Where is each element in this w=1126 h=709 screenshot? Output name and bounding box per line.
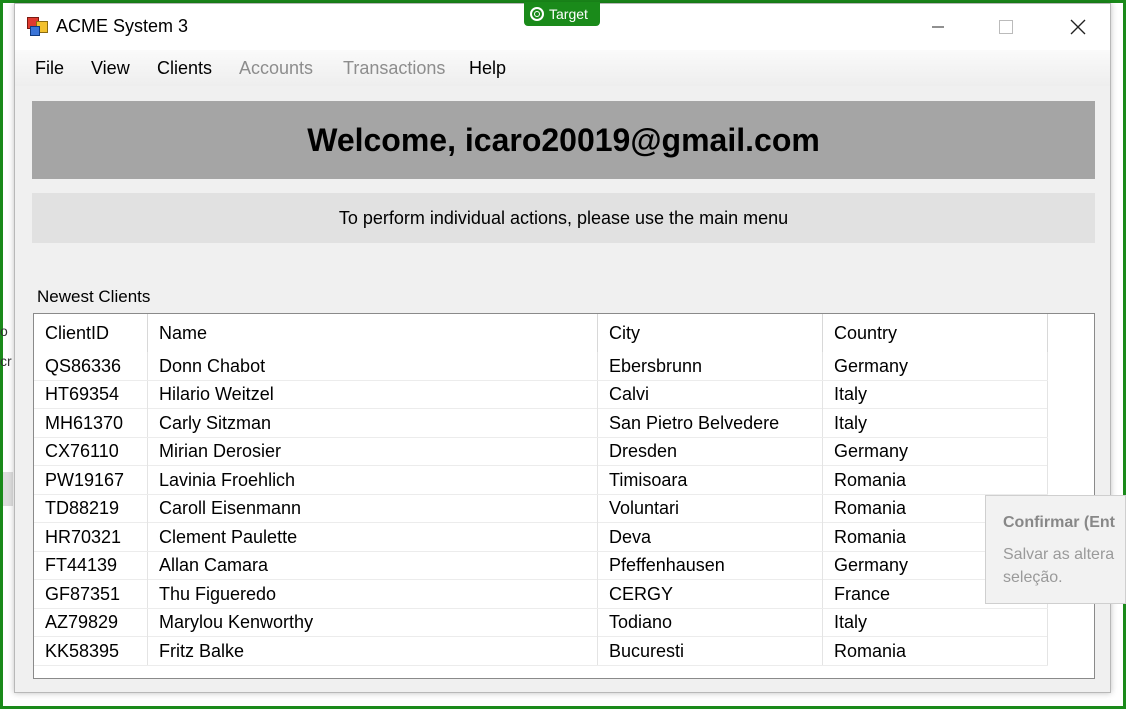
column-header-clientid[interactable]: ClientID: [34, 314, 148, 352]
cell-clientid[interactable]: GF87351: [34, 580, 148, 608]
cell-city[interactable]: Todiano: [598, 608, 823, 637]
column-header-city[interactable]: City: [598, 314, 823, 352]
newest-clients-label: Newest Clients: [37, 287, 151, 306]
column-header-country[interactable]: Country: [823, 314, 1048, 352]
table-row[interactable]: MH61370 Carly Sitzman San Pietro Belvedere…: [34, 409, 1048, 438]
table-row[interactable]: AZ79829 Marylou Kenworthy Todiano Italy: [34, 608, 1048, 637]
cell-city[interactable]: Timisoara: [598, 466, 823, 494]
cell-city[interactable]: Dresden: [598, 437, 823, 466]
table-row[interactable]: GF87351 Thu Figueredo CERGY France: [34, 580, 1048, 609]
table-row[interactable]: PW19167 Lavinia Froehlich Timisoara Romania: [34, 466, 1048, 495]
table-row[interactable]: QS86336 Donn Chabot Ebersbrunn Germany: [34, 352, 1048, 381]
welcome-banner: Welcome, icaro20019@gmail.com: [32, 101, 1095, 179]
close-icon: [1070, 19, 1086, 35]
cell-clientid[interactable]: FT44139: [34, 551, 148, 580]
minimize-icon: [932, 26, 944, 28]
close-button[interactable]: [1055, 4, 1101, 50]
table-row[interactable]: KK58395 Fritz Balke Bucuresti Romania: [34, 637, 1048, 666]
table-row[interactable]: CX76110 Mirian Derosier Dresden Germany: [34, 437, 1048, 466]
cell-clientid[interactable]: CX76110: [34, 437, 148, 466]
target-icon: [530, 7, 544, 21]
app-window: ACME System 3 File View Clients Accounts…: [14, 3, 1111, 693]
cell-clientid[interactable]: HR70321: [34, 523, 148, 551]
cell-name[interactable]: Carly Sitzman: [148, 409, 598, 437]
cell-name[interactable]: Caroll Eisenmann: [148, 494, 598, 523]
menu-view[interactable]: View: [91, 58, 130, 79]
cell-city[interactable]: Pfeffenhausen: [598, 551, 823, 580]
tooltip-line: seleção.: [1003, 569, 1063, 586]
cell-city[interactable]: Voluntari: [598, 494, 823, 523]
table-row[interactable]: TD88219 Caroll Eisenmann Voluntari Romania: [34, 494, 1048, 523]
cell-country[interactable]: Italy: [823, 409, 1048, 437]
cell-clientid[interactable]: HT69354: [34, 380, 148, 409]
menu-help[interactable]: Help: [469, 58, 506, 79]
cell-name[interactable]: Marylou Kenworthy: [148, 608, 598, 637]
background-text-fragment: o: [0, 323, 8, 339]
menu-accounts[interactable]: Accounts: [239, 58, 313, 79]
menu-bar: File View Clients Accounts Transactions …: [15, 50, 1110, 86]
cell-country[interactable]: Germany: [823, 437, 1048, 466]
table-row[interactable]: FT44139 Allan Camara Pfeffenhausen Germany: [34, 551, 1048, 580]
cell-city[interactable]: CERGY: [598, 580, 823, 608]
background-text-fragment: cr: [0, 353, 12, 369]
cell-name[interactable]: Mirian Derosier: [148, 437, 598, 466]
cell-clientid[interactable]: KK58395: [34, 637, 148, 665]
cell-clientid[interactable]: AZ79829: [34, 608, 148, 637]
maximize-icon: [999, 20, 1013, 34]
background-element: [3, 472, 13, 506]
cell-country[interactable]: Italy: [823, 608, 1048, 637]
cell-city[interactable]: Calvi: [598, 380, 823, 409]
cell-name[interactable]: Thu Figueredo: [148, 580, 598, 608]
tooltip-line: Salvar as altera: [1003, 546, 1115, 563]
cell-name[interactable]: Clement Paulette: [148, 523, 598, 551]
cell-name[interactable]: Lavinia Froehlich: [148, 466, 598, 494]
target-label-text: Target: [549, 6, 588, 22]
cell-clientid[interactable]: MH61370: [34, 409, 148, 437]
cell-city[interactable]: Bucuresti: [598, 637, 823, 665]
cell-clientid[interactable]: QS86336: [34, 352, 148, 380]
window-title: ACME System 3: [56, 16, 189, 36]
target-label: Target: [524, 2, 600, 26]
confirm-tooltip: Confirmar (Ent Salvar as altera seleção.: [985, 495, 1126, 604]
info-message: To perform individual actions, please us…: [32, 193, 1095, 243]
menu-clients[interactable]: Clients: [157, 58, 212, 79]
cell-clientid[interactable]: TD88219: [34, 494, 148, 523]
clients-grid[interactable]: ClientID Name City Country QS86336 Donn C…: [33, 313, 1095, 679]
menu-transactions[interactable]: Transactions: [343, 58, 445, 79]
cell-country[interactable]: Romania: [823, 637, 1048, 665]
cell-country[interactable]: Romania: [823, 466, 1048, 494]
cell-city[interactable]: San Pietro Belvedere: [598, 409, 823, 437]
cell-clientid[interactable]: PW19167: [34, 466, 148, 494]
cell-name[interactable]: Donn Chabot: [148, 352, 598, 380]
maximize-button[interactable]: [983, 4, 1029, 50]
cell-name[interactable]: Fritz Balke: [148, 637, 598, 665]
column-header-name[interactable]: Name: [148, 314, 598, 352]
grid-header: ClientID Name City Country: [34, 314, 1094, 352]
app-icon[interactable]: [27, 17, 48, 36]
cell-city[interactable]: Deva: [598, 523, 823, 551]
table-row[interactable]: HR70321 Clement Paulette Deva Romania: [34, 523, 1048, 552]
cell-country[interactable]: Italy: [823, 380, 1048, 409]
tooltip-title: Confirmar (Ent: [1003, 514, 1115, 531]
table-row[interactable]: HT69354 Hilario Weitzel Calvi Italy: [34, 380, 1048, 409]
menu-file[interactable]: File: [35, 58, 64, 79]
cell-country[interactable]: Germany: [823, 352, 1048, 380]
minimize-button[interactable]: [915, 4, 961, 50]
cell-city[interactable]: Ebersbrunn: [598, 352, 823, 380]
cell-name[interactable]: Hilario Weitzel: [148, 380, 598, 409]
cell-name[interactable]: Allan Camara: [148, 551, 598, 580]
